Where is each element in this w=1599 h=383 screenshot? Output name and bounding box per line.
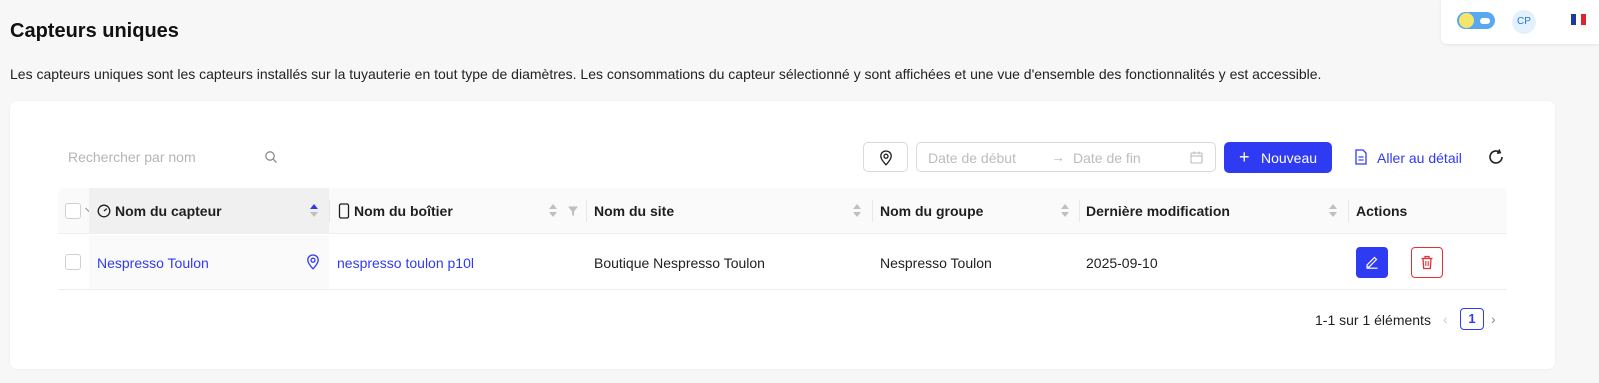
filter-icon[interactable] xyxy=(567,205,579,217)
theme-toggle[interactable] xyxy=(1457,12,1495,29)
box-name-link[interactable]: nespresso toulon p10l xyxy=(337,255,474,271)
column-header-label: Nom du capteur xyxy=(115,203,222,219)
go-to-detail-label: Aller au détail xyxy=(1377,150,1462,166)
search-placeholder: Rechercher par nom xyxy=(68,149,196,165)
page-description: Les capteurs uniques sont les capteurs i… xyxy=(10,66,1322,82)
column-last-modified[interactable]: Dernière modification xyxy=(1080,188,1348,234)
group-name-cell: Nespresso Toulon xyxy=(880,255,992,271)
pagination-summary: 1-1 sur 1 éléments xyxy=(1315,312,1431,328)
delete-button[interactable] xyxy=(1411,247,1443,278)
edit-button[interactable] xyxy=(1356,247,1388,278)
sun-icon xyxy=(1459,13,1474,28)
date-end-input[interactable]: Date de fin xyxy=(1073,150,1141,166)
french-flag-icon[interactable] xyxy=(1571,14,1586,25)
column-site-name[interactable]: Nom du site xyxy=(587,188,872,234)
table-header: Nom du capteur Nom du boîtier Nom du sit… xyxy=(58,188,1507,234)
trash-icon xyxy=(1421,255,1433,270)
column-box-name[interactable]: Nom du boîtier xyxy=(330,188,586,234)
column-header-label: Nom du boîtier xyxy=(354,203,453,219)
table-row[interactable]: Nespresso Toulon nespresso toulon p10l B… xyxy=(58,235,1507,290)
user-toolbar: CP xyxy=(1441,0,1599,44)
select-all-checkbox[interactable] xyxy=(65,203,81,219)
location-pin-icon xyxy=(880,150,892,166)
chevron-left-icon[interactable]: ‹ xyxy=(1443,311,1448,327)
arrow-right-icon: → xyxy=(1051,149,1065,165)
chevron-right-icon[interactable]: › xyxy=(1491,311,1496,327)
new-button-label: Nouveau xyxy=(1261,150,1318,166)
sort-icon[interactable] xyxy=(1061,204,1069,218)
refresh-icon[interactable] xyxy=(1487,148,1505,166)
date-start-input[interactable]: Date de début xyxy=(928,150,1016,166)
column-header-label: Nom du site xyxy=(594,203,675,219)
page-button-1[interactable]: 1 xyxy=(1460,308,1484,330)
gauge-icon xyxy=(97,204,111,218)
sort-icon[interactable] xyxy=(1329,204,1337,218)
plus-icon: + xyxy=(1239,147,1250,167)
column-actions: Actions xyxy=(1349,188,1507,234)
search-icon[interactable] xyxy=(264,150,278,164)
column-sensor-name[interactable]: Nom du capteur xyxy=(89,188,329,234)
map-filter-button[interactable] xyxy=(863,142,908,172)
calendar-icon xyxy=(1190,151,1203,164)
search-input[interactable]: Rechercher par nom xyxy=(58,145,288,169)
tablet-icon xyxy=(338,203,350,219)
row-checkbox[interactable] xyxy=(65,254,81,270)
column-header-label: Actions xyxy=(1356,203,1408,219)
sensor-name-link[interactable]: Nespresso Toulon xyxy=(97,255,209,271)
cloud-icon xyxy=(1480,18,1490,24)
last-modified-cell: 2025-09-10 xyxy=(1086,255,1158,271)
sort-icon[interactable] xyxy=(853,204,861,218)
column-group-name[interactable]: Nom du groupe xyxy=(873,188,1079,234)
user-avatar[interactable]: CP xyxy=(1512,10,1536,34)
sort-icon[interactable] xyxy=(310,204,318,218)
column-header-label: Nom du groupe xyxy=(880,203,984,219)
new-button[interactable]: + Nouveau xyxy=(1224,142,1332,173)
page-title: Capteurs uniques xyxy=(10,20,179,42)
location-pin-icon[interactable] xyxy=(306,254,320,270)
document-icon xyxy=(1355,149,1367,165)
sort-icon[interactable] xyxy=(549,204,557,218)
pencil-icon xyxy=(1366,256,1378,269)
date-range-picker[interactable]: Date de début → Date de fin xyxy=(916,142,1216,172)
column-header-label: Dernière modification xyxy=(1086,203,1230,219)
site-name-cell: Boutique Nespresso Toulon xyxy=(594,255,765,271)
